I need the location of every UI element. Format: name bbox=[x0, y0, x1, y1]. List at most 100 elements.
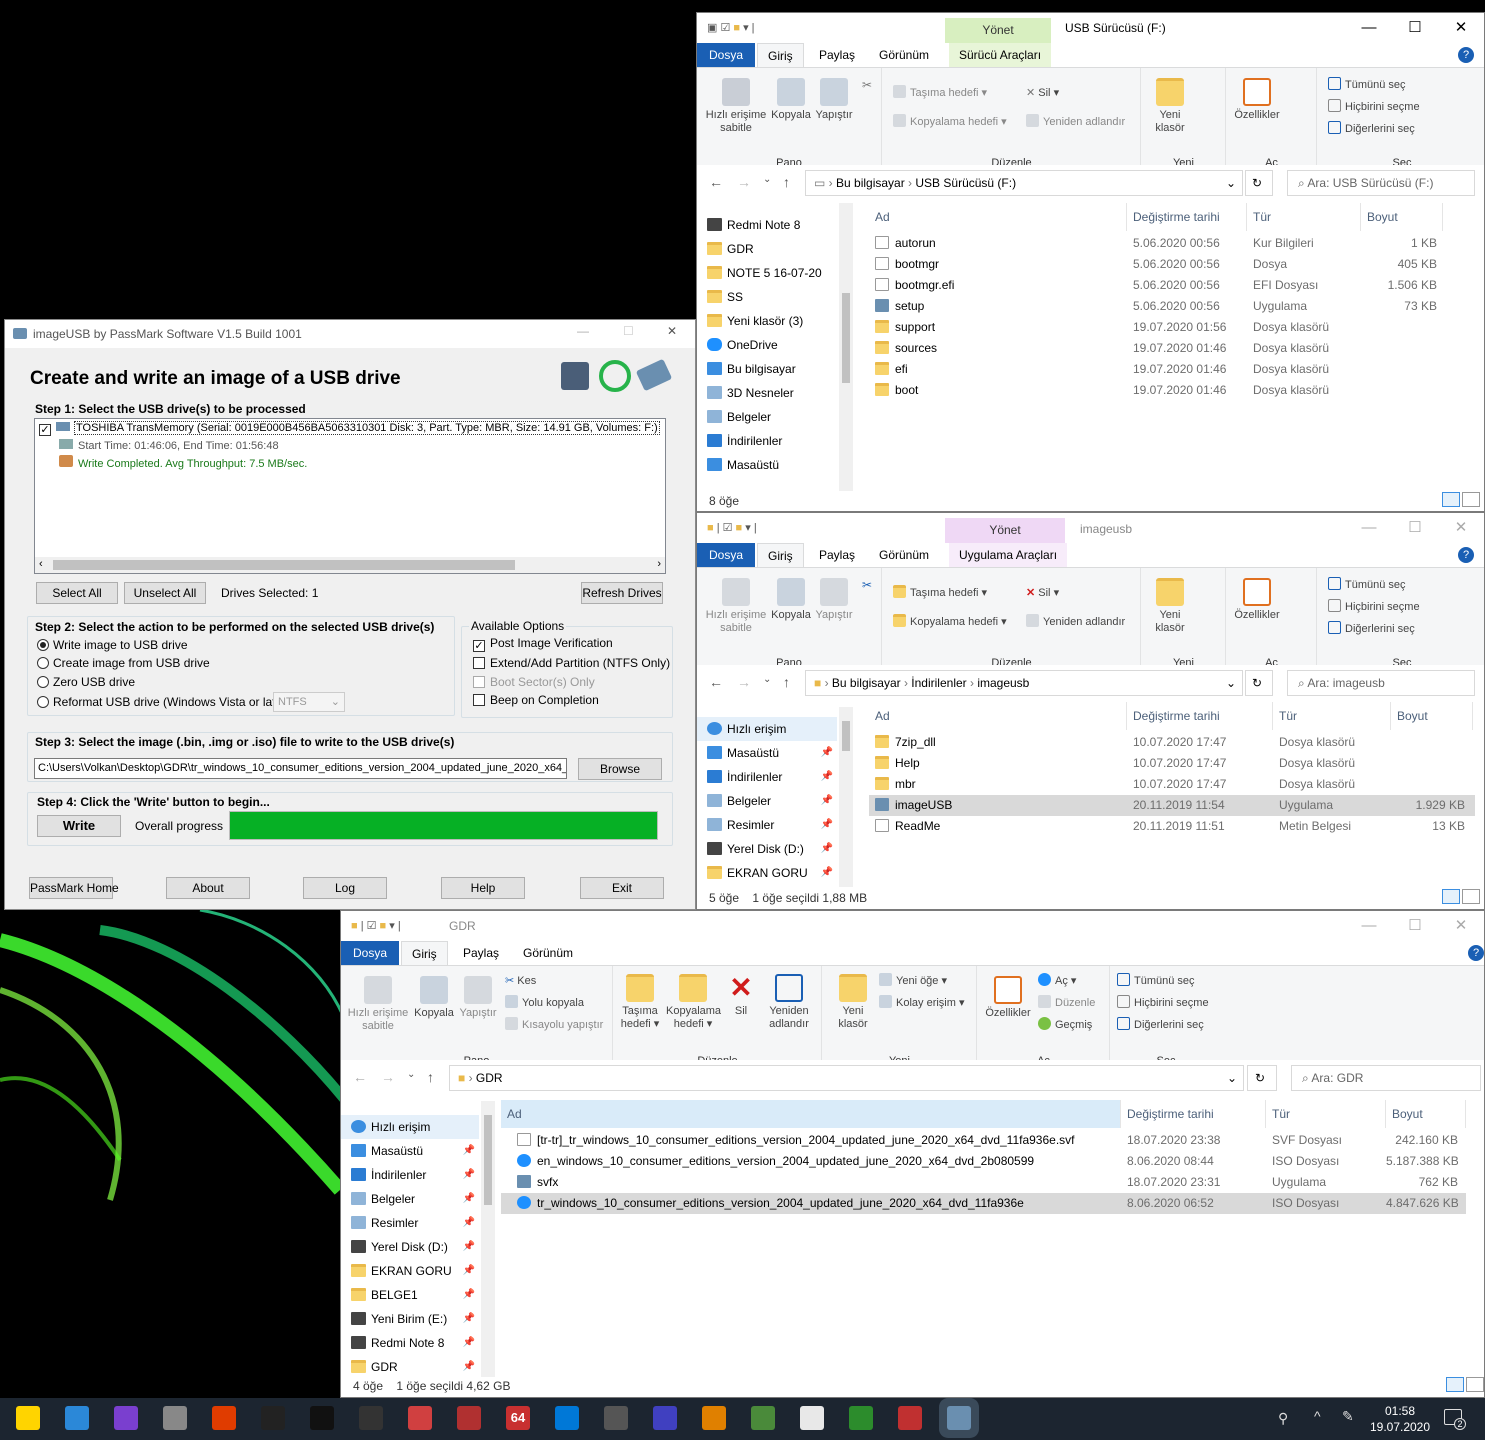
nav-scrollbar[interactable] bbox=[839, 203, 853, 491]
taskbar-app-icon[interactable] bbox=[604, 1406, 628, 1430]
horizontal-scrollbar[interactable]: ‹ › bbox=[35, 557, 665, 573]
browse-button[interactable]: Browse bbox=[578, 758, 662, 780]
rename-button[interactable]: Yeniden adlandır bbox=[762, 974, 816, 1031]
tab-share[interactable]: Paylaş bbox=[809, 43, 865, 67]
taskbar-app-icon[interactable] bbox=[212, 1406, 236, 1430]
file-row[interactable]: [tr-tr]_tr_windows_10_consumer_editions_… bbox=[501, 1130, 1466, 1151]
pin-button[interactable]: Hızlı erişime sabitle bbox=[703, 78, 769, 135]
exit-button[interactable]: Exit bbox=[580, 877, 664, 899]
taskbar-app-icon[interactable] bbox=[898, 1406, 922, 1430]
invert-selection-button[interactable]: Diğerlerini seç bbox=[1328, 120, 1415, 138]
file-row[interactable]: bootmgr 5.06.2020 00:56 Dosya 405 KB bbox=[869, 254, 1469, 275]
address-bar[interactable]: ▭ › Bu bilgisayar › USB Sürücüsü (F:) ⌄ bbox=[805, 170, 1243, 196]
column-size[interactable]: Boyut bbox=[1361, 203, 1443, 231]
easy-access-button[interactable]: Kolay erişim ▾ bbox=[879, 994, 964, 1012]
taskbar-app-icon[interactable]: 64 bbox=[506, 1406, 530, 1430]
copy-to-button[interactable]: Kopyalama hedefi ▾ bbox=[893, 613, 1007, 631]
file-row[interactable]: sources 19.07.2020 01:46 Dosya klasörü bbox=[869, 338, 1469, 359]
breadcrumb-item[interactable]: GDR bbox=[476, 1071, 503, 1085]
option-extend[interactable]: Extend/Add Partition (NTFS Only) bbox=[473, 656, 670, 670]
copy-to-button[interactable]: Kopyalama hedefi ▾ bbox=[893, 113, 1007, 131]
pin-icon[interactable]: 📌 bbox=[463, 1283, 475, 1307]
nav-item[interactable]: Hızlı erişim bbox=[697, 717, 837, 741]
copy-to-button[interactable]: Kopyalama hedefi ▾ bbox=[666, 974, 721, 1031]
nav-item[interactable]: Masaüstü 📌 bbox=[341, 1139, 479, 1163]
taskbar-app-icon[interactable] bbox=[800, 1406, 824, 1430]
tab-file[interactable]: Dosya bbox=[697, 43, 756, 67]
quick-access-toolbar[interactable]: ■ | ☑ ■ ▾ | bbox=[351, 919, 401, 932]
column-type[interactable]: Tür bbox=[1266, 1100, 1386, 1128]
history-button[interactable]: Geçmiş bbox=[1038, 1016, 1092, 1034]
taskbar-app-icon[interactable] bbox=[359, 1406, 383, 1430]
nav-item[interactable]: İndirilenler 📌 bbox=[697, 765, 837, 789]
refresh-drives-button[interactable]: Refresh Drives bbox=[581, 582, 663, 604]
pin-icon[interactable]: 📌 bbox=[463, 1259, 475, 1283]
image-path-input[interactable]: C:\Users\Volkan\Desktop\GDR\tr_windows_1… bbox=[34, 758, 567, 779]
minimize-button[interactable]: — bbox=[1346, 911, 1392, 941]
address-bar[interactable]: ■ › Bu bilgisayar › İndirilenler › image… bbox=[805, 670, 1243, 696]
radio-reformat[interactable] bbox=[37, 696, 49, 708]
option-beep[interactable]: Beep on Completion bbox=[473, 693, 599, 707]
rename-button[interactable]: Yeniden adlandır bbox=[1026, 113, 1125, 131]
nav-item[interactable]: Resimler 📌 bbox=[697, 813, 837, 837]
forward-button[interactable]: → bbox=[737, 674, 751, 690]
select-all-button[interactable]: Tümünü seç bbox=[1117, 972, 1195, 990]
help-icon[interactable]: ? bbox=[1458, 47, 1474, 63]
column-size[interactable]: Boyut bbox=[1386, 1100, 1466, 1128]
action-zero[interactable]: Zero USB drive bbox=[37, 675, 135, 689]
maximize-button[interactable]: ☐ bbox=[623, 324, 634, 338]
about-button[interactable]: About bbox=[166, 877, 250, 899]
cut-icon[interactable]: ✂ bbox=[862, 78, 872, 92]
taskbar-app-icon[interactable] bbox=[457, 1406, 481, 1430]
back-button[interactable]: ← bbox=[709, 674, 723, 690]
column-name[interactable]: Ad bbox=[501, 1100, 1121, 1128]
drive-row[interactable]: ✓ TOSHIBA TransMemory (Serial: 0019E000B4… bbox=[39, 421, 660, 436]
log-button[interactable]: Log bbox=[303, 877, 387, 899]
copy-button[interactable]: Kopyala bbox=[771, 578, 811, 622]
checkbox-extend[interactable] bbox=[473, 657, 485, 669]
nav-item[interactable]: Resimler 📌 bbox=[341, 1211, 479, 1235]
file-row[interactable]: boot 19.07.2020 01:46 Dosya klasörü bbox=[869, 380, 1469, 401]
pin-icon[interactable]: 📌 bbox=[821, 741, 833, 765]
paste-button[interactable]: Yapıştır bbox=[457, 976, 499, 1020]
tray-expand-icon[interactable]: ^ bbox=[1314, 1408, 1321, 1424]
checkbox-verify[interactable]: ✓ bbox=[473, 640, 485, 652]
breadcrumb-item[interactable]: Bu bilgisayar bbox=[836, 176, 905, 190]
tab-home[interactable]: Giriş bbox=[757, 543, 804, 567]
file-row[interactable]: imageUSB 20.11.2019 11:54 Uygulama 1.929 KB bbox=[869, 795, 1475, 816]
quick-access-toolbar[interactable]: ■ | ☑ ■ ▾ | bbox=[707, 521, 757, 534]
taskbar-app-icon[interactable] bbox=[702, 1406, 726, 1430]
nav-item[interactable]: NOTE 5 16-07-20 bbox=[697, 261, 837, 285]
taskbar-app-icon[interactable] bbox=[408, 1406, 432, 1430]
edit-button[interactable]: Düzenle bbox=[1038, 994, 1095, 1012]
close-button[interactable]: ✕ bbox=[1438, 13, 1484, 43]
option-verify[interactable]: ✓ Post Image Verification bbox=[473, 636, 613, 652]
minimize-button[interactable]: — bbox=[1346, 13, 1392, 43]
pin-icon[interactable]: 📌 bbox=[463, 1331, 475, 1355]
up-button[interactable]: ↑ bbox=[783, 174, 790, 190]
nav-item[interactable]: Yeni klasör (3) bbox=[697, 309, 837, 333]
nav-item[interactable]: BELGE1 📌 bbox=[341, 1283, 479, 1307]
delete-button[interactable]: ✕ Sil bbox=[726, 974, 756, 1018]
nav-scrollbar[interactable] bbox=[839, 707, 853, 887]
refresh-button[interactable]: ↻ bbox=[1245, 670, 1273, 696]
file-row[interactable]: svfx 18.07.2020 23:31 Uygulama 762 KB bbox=[501, 1172, 1466, 1193]
forward-button[interactable]: → bbox=[737, 174, 751, 190]
file-row[interactable]: bootmgr.efi 5.06.2020 00:56 EFI Dosyası 1.5… bbox=[869, 275, 1469, 296]
pin-icon[interactable]: 📌 bbox=[821, 789, 833, 813]
copy-button[interactable]: Kopyala bbox=[771, 78, 811, 122]
nav-item[interactable]: Belgeler 📌 bbox=[697, 789, 837, 813]
move-to-button[interactable]: Taşıma hedefi ▾ bbox=[893, 584, 987, 602]
properties-button[interactable]: Özellikler bbox=[1231, 578, 1283, 622]
nav-item[interactable]: Yerel Disk (D:) 📌 bbox=[697, 837, 837, 861]
pin-button[interactable]: Hızlı erişime sabitle bbox=[703, 578, 769, 635]
refresh-button[interactable]: ↻ bbox=[1245, 170, 1273, 196]
taskbar-app-icon[interactable] bbox=[555, 1406, 579, 1430]
file-row[interactable]: tr_windows_10_consumer_editions_version_… bbox=[501, 1193, 1466, 1214]
column-date[interactable]: Değiştirme tarihi bbox=[1121, 1100, 1266, 1128]
nav-item[interactable]: Masaüstü bbox=[697, 453, 837, 477]
large-icons-view-icon[interactable] bbox=[1462, 889, 1480, 904]
action-reformat[interactable]: Reformat USB drive (Windows Vista or lat… bbox=[37, 695, 290, 709]
tab-file[interactable]: Dosya bbox=[697, 543, 756, 567]
cut-button[interactable]: ✂ Kes bbox=[505, 972, 536, 990]
